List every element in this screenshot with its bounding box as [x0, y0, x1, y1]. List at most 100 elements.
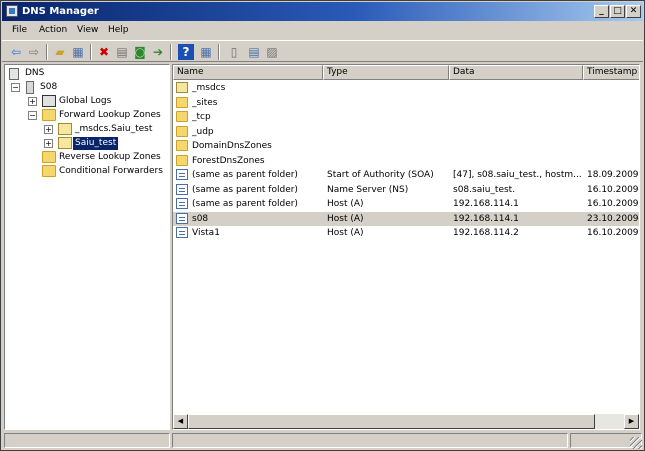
- menu-bar: File Action View Help: [2, 22, 643, 40]
- back-arrow-icon[interactable]: ⇦: [8, 44, 24, 60]
- tree-label: DNS: [25, 68, 45, 78]
- cell-type: Host (A): [327, 213, 364, 224]
- tree-item-server[interactable]: − S08: [7, 81, 167, 94]
- tree-item-global-logs[interactable]: + Global Logs: [7, 95, 167, 108]
- cell-timestamp: 23.10.2009: [587, 213, 639, 224]
- dns-record-icon: [176, 169, 188, 180]
- record-list[interactable]: Name Type Data Timestamp _msdcs _sites _tc…: [172, 64, 640, 430]
- tree-item-msdcs-zone[interactable]: + _msdcs.Saiu_test: [7, 123, 167, 136]
- tree-label: S08: [40, 82, 58, 92]
- tree-label: Conditional Forwarders: [59, 166, 163, 176]
- dns-record-icon: [176, 227, 188, 238]
- maximize-button[interactable]: □: [610, 5, 625, 18]
- menu-view[interactable]: View: [77, 25, 98, 35]
- dns-record-icon: [176, 183, 188, 195]
- help-icon[interactable]: ?: [178, 44, 194, 60]
- cell-data: 192.168.114.2: [453, 228, 519, 238]
- cell-name: (same as parent folder): [192, 170, 298, 180]
- cell-timestamp: 18.09.2009: [587, 170, 639, 180]
- properties-icon[interactable]: ▤: [114, 44, 130, 60]
- cell-name: (same as parent folder): [192, 199, 298, 209]
- scroll-left-button[interactable]: ◀: [173, 414, 188, 429]
- cell-data: s08.saiu_test.: [453, 184, 516, 195]
- column-header-name[interactable]: Name: [173, 65, 323, 80]
- cell-name: _udp: [192, 126, 214, 137]
- refresh-icon[interactable]: ◙: [132, 44, 148, 60]
- tree-label-selected: Saiu_test: [73, 137, 119, 150]
- table-row[interactable]: (same as parent folder) Start of Authorit…: [173, 168, 639, 182]
- table-row[interactable]: _tcp: [173, 110, 639, 124]
- cell-name: DomainDnsZones: [192, 141, 272, 151]
- cell-type: Start of Authority (SOA): [327, 170, 434, 180]
- collapse-icon[interactable]: −: [28, 111, 37, 120]
- column-header-timestamp[interactable]: Timestamp: [583, 65, 639, 80]
- table-row[interactable]: DomainDnsZones: [173, 139, 639, 153]
- column-header-type[interactable]: Type: [323, 65, 449, 80]
- resize-grip[interactable]: [630, 437, 642, 449]
- expand-icon[interactable]: +: [44, 139, 53, 148]
- cell-type: Name Server (NS): [327, 184, 409, 195]
- folder-icon: [176, 154, 188, 166]
- tree-item-reverse-lookup-zones[interactable]: Reverse Lookup Zones: [7, 151, 167, 164]
- cell-name: _tcp: [192, 112, 211, 122]
- folder-icon: [42, 151, 56, 163]
- cell-name: _msdcs: [192, 83, 226, 93]
- menu-file[interactable]: File: [12, 25, 27, 35]
- zone-icon: [176, 82, 188, 93]
- table-row[interactable]: Vista1 Host (A) 192.168.114.2 16.10.2009: [173, 226, 639, 240]
- dns-manager-window: DNS Manager _ □ ✕ File Action View Help …: [0, 0, 645, 451]
- table-row[interactable]: _msdcs: [173, 81, 639, 95]
- console-tree[interactable]: DNS − S08 + Global Logs − Forward Lookup…: [4, 64, 170, 430]
- export-list-icon[interactable]: ➔: [150, 44, 166, 60]
- console-tree-icon[interactable]: ▦: [198, 44, 214, 60]
- table-row[interactable]: (same as parent folder) Host (A) 192.168.1…: [173, 197, 639, 211]
- tree-label: Global Logs: [59, 96, 112, 106]
- cell-timestamp: 16.10.2009: [587, 228, 639, 238]
- log-icon: [42, 95, 56, 107]
- scroll-thumb[interactable]: [188, 414, 595, 429]
- cell-type: Host (A): [327, 228, 364, 238]
- cell-data: 192.168.114.1: [453, 213, 519, 224]
- new-mx-record-icon[interactable]: ▨: [264, 44, 280, 60]
- minimize-button[interactable]: _: [594, 5, 609, 18]
- status-panel-left: [4, 433, 170, 448]
- toolbar: ⇦ ⇨ ▰ ▦ ✖ ▤ ◙ ➔ ? ▦ ▯ ▤ ▨: [2, 40, 643, 62]
- up-folder-icon[interactable]: ▰: [52, 44, 68, 60]
- dns-record-icon: [176, 198, 188, 209]
- forward-arrow-icon[interactable]: ⇨: [26, 44, 42, 60]
- column-header-data[interactable]: Data: [449, 65, 583, 80]
- cell-name: ForestDnsZones: [192, 155, 265, 166]
- tree-item-saiu-test-zone[interactable]: + Saiu_test: [7, 137, 167, 150]
- expand-icon[interactable]: +: [28, 97, 37, 106]
- menu-action[interactable]: Action: [39, 25, 67, 35]
- folder-icon: [176, 96, 188, 108]
- cell-name: (same as parent folder): [192, 184, 298, 195]
- tree-item-forward-lookup-zones[interactable]: − Forward Lookup Zones: [7, 109, 167, 122]
- new-alias-record-icon[interactable]: ▤: [246, 44, 262, 60]
- dns-icon: [9, 68, 19, 80]
- status-bar: [2, 432, 643, 450]
- scroll-right-button[interactable]: ▶: [624, 414, 639, 429]
- table-row[interactable]: (same as parent folder) Name Server (NS) s…: [173, 183, 639, 197]
- expand-icon[interactable]: +: [44, 125, 53, 134]
- tree-item-dns[interactable]: DNS: [7, 67, 167, 80]
- title-bar[interactable]: DNS Manager _ □ ✕: [2, 2, 643, 21]
- close-button[interactable]: ✕: [626, 5, 641, 18]
- toolbar-separator: [90, 44, 92, 60]
- show-hide-tree-icon[interactable]: ▦: [70, 44, 86, 60]
- zone-icon: [58, 137, 72, 149]
- server-icon: [26, 81, 34, 94]
- table-row[interactable]: _udp: [173, 125, 639, 139]
- delete-icon[interactable]: ✖: [96, 44, 112, 60]
- table-row[interactable]: _sites: [173, 96, 639, 110]
- collapse-icon[interactable]: −: [11, 83, 20, 92]
- horizontal-scrollbar[interactable]: ◀ ▶: [173, 414, 639, 429]
- tree-label: Reverse Lookup Zones: [59, 152, 161, 162]
- table-row[interactable]: s08 Host (A) 192.168.114.1 23.10.2009: [173, 211, 639, 226]
- toolbar-separator: [170, 44, 172, 60]
- cell-data: 192.168.114.1: [453, 199, 519, 209]
- tree-item-conditional-forwarders[interactable]: Conditional Forwarders: [7, 165, 167, 178]
- new-host-record-icon[interactable]: ▯: [226, 44, 242, 60]
- menu-help[interactable]: Help: [108, 25, 129, 35]
- table-row[interactable]: ForestDnsZones: [173, 154, 639, 168]
